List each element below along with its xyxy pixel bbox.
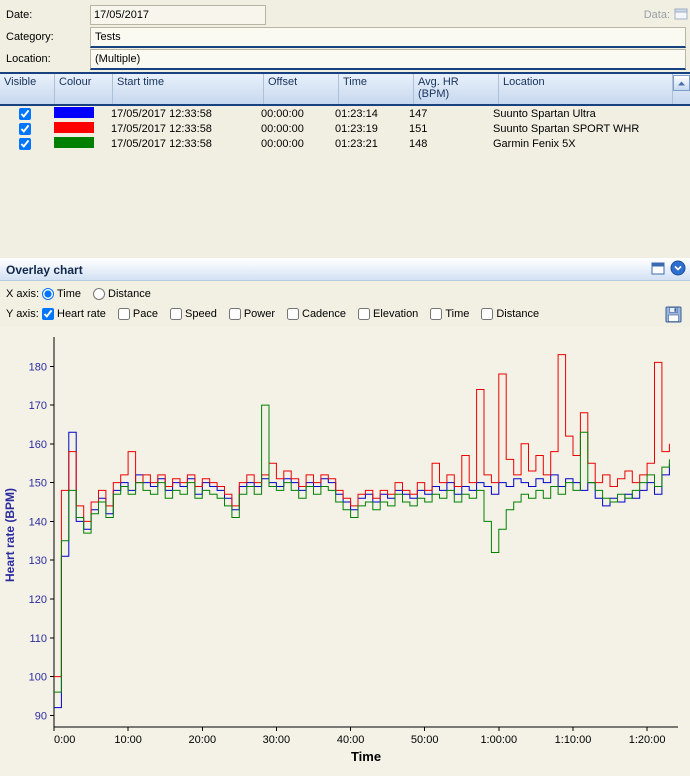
data-label: Data: (644, 9, 670, 21)
heart-rate-chart: 90 100 110 120 130 140 150 160 170 180 0:00 10:00 20… (0, 327, 690, 773)
colour-swatch[interactable] (54, 107, 94, 118)
overlay-chart-header: Overlay chart (0, 258, 690, 281)
svg-text:Time: Time (351, 749, 381, 764)
power-checkbox[interactable] (229, 308, 241, 320)
date-input[interactable] (90, 5, 266, 25)
svg-text:Heart rate (BPM): Heart rate (BPM) (3, 488, 17, 582)
y-option-speed[interactable]: Speed (170, 308, 217, 320)
cell-avg-hr: 148 (405, 138, 489, 150)
svg-text:130: 130 (29, 555, 47, 567)
elevation-checkbox[interactable] (358, 308, 370, 320)
svg-text:30:00: 30:00 (263, 734, 291, 746)
panel-restore-icon[interactable] (651, 262, 665, 278)
overlay-chart: 90 100 110 120 130 140 150 160 170 180 0:00 10:00 20… (0, 327, 690, 776)
x-option-time[interactable]: Time (42, 288, 81, 300)
y-option-distance[interactable]: Distance (481, 308, 539, 320)
location-label: Location: (6, 53, 90, 65)
y-axis-label: Y axis: (6, 308, 42, 320)
filter-panel: Date: Data: Category: Tests Location: (M… (0, 0, 690, 72)
svg-text:0:00: 0:00 (54, 734, 75, 746)
y-option-cadence[interactable]: Cadence (287, 308, 346, 320)
column-avg-hr[interactable]: Avg. HR (BPM) (414, 74, 499, 104)
column-start-time[interactable]: Start time (113, 74, 264, 104)
column-time[interactable]: Time (339, 74, 414, 104)
panel-title: Overlay chart (6, 263, 83, 277)
location-value: (Multiple) (95, 53, 140, 65)
svg-text:90: 90 (35, 710, 47, 722)
visible-checkbox[interactable] (19, 123, 31, 135)
svg-text:170: 170 (29, 400, 47, 412)
cell-offset: 00:00:00 (257, 138, 331, 150)
cell-time: 01:23:14 (331, 108, 405, 120)
svg-text:10:00: 10:00 (114, 734, 142, 746)
svg-text:150: 150 (29, 478, 47, 490)
distance-checkbox[interactable] (481, 308, 493, 320)
svg-text:110: 110 (29, 633, 47, 645)
table-header: Visible Colour Start time Offset Time Av… (0, 74, 690, 106)
y-option-heart-rate[interactable]: Heart rate (42, 308, 106, 320)
column-visible[interactable]: Visible (0, 74, 55, 104)
svg-text:100: 100 (29, 672, 47, 684)
svg-text:140: 140 (29, 516, 47, 528)
cell-start-time: 17/05/2017 12:33:58 (107, 123, 257, 135)
visible-checkbox[interactable] (19, 108, 31, 120)
cell-time: 01:23:21 (331, 138, 405, 150)
save-chart-icon[interactable] (665, 306, 682, 323)
x-axis-label: X axis: (6, 288, 42, 300)
svg-text:120: 120 (29, 594, 47, 606)
location-select[interactable]: (Multiple) (90, 49, 686, 70)
table-row[interactable]: 17/05/2017 12:33:58 00:00:00 01:23:14 14… (0, 106, 690, 121)
y-option-time[interactable]: Time (430, 308, 469, 320)
distance-radio[interactable] (93, 288, 105, 300)
chart-axis-controls: X axis: Time Distance Y axis: Heart rate… (0, 281, 690, 327)
cell-start-time: 17/05/2017 12:33:58 (107, 108, 257, 120)
speed-checkbox[interactable] (170, 308, 182, 320)
heart-rate-checkbox[interactable] (42, 308, 54, 320)
category-select[interactable]: Tests (90, 27, 686, 48)
svg-text:1:00:00: 1:00:00 (480, 734, 517, 746)
category-value: Tests (95, 31, 121, 43)
svg-text:1:10:00: 1:10:00 (555, 734, 592, 746)
data-icon[interactable] (674, 7, 688, 24)
svg-text:1:20:00: 1:20:00 (629, 734, 666, 746)
date-label: Date: (6, 9, 90, 21)
svg-text:40:00: 40:00 (337, 734, 365, 746)
y-option-power[interactable]: Power (229, 308, 275, 320)
cell-location: Suunto Spartan Ultra (489, 108, 673, 120)
category-label: Category: (6, 31, 90, 43)
cell-avg-hr: 147 (405, 108, 489, 120)
cell-time: 01:23:19 (331, 123, 405, 135)
table-row[interactable]: 17/05/2017 12:33:58 00:00:00 01:23:19 15… (0, 121, 690, 136)
colour-swatch[interactable] (54, 122, 94, 133)
y-option-elevation[interactable]: Elevation (358, 308, 418, 320)
svg-text:50:00: 50:00 (411, 734, 439, 746)
cadence-checkbox[interactable] (287, 308, 299, 320)
x-option-distance[interactable]: Distance (93, 288, 151, 300)
pace-checkbox[interactable] (118, 308, 130, 320)
app-window: Date: Data: Category: Tests Location: (M… (0, 0, 690, 776)
colour-swatch[interactable] (54, 137, 94, 148)
visible-checkbox[interactable] (19, 138, 31, 150)
column-offset[interactable]: Offset (264, 74, 339, 104)
time-checkbox[interactable] (430, 308, 442, 320)
table-empty-area (0, 151, 690, 258)
cell-avg-hr: 151 (405, 123, 489, 135)
cell-offset: 00:00:00 (257, 123, 331, 135)
cell-offset: 00:00:00 (257, 108, 331, 120)
column-location[interactable]: Location (499, 74, 673, 104)
time-radio[interactable] (42, 288, 54, 300)
cell-location: Suunto Spartan SPORT WHR (489, 123, 673, 135)
cell-start-time: 17/05/2017 12:33:58 (107, 138, 257, 150)
y-option-pace[interactable]: Pace (118, 308, 158, 320)
svg-text:160: 160 (29, 439, 47, 451)
column-colour[interactable]: Colour (55, 74, 113, 104)
table-row[interactable]: 17/05/2017 12:33:58 00:00:00 01:23:21 14… (0, 136, 690, 151)
svg-text:180: 180 (29, 361, 47, 373)
svg-text:20:00: 20:00 (189, 734, 217, 746)
cell-location: Garmin Fenix 5X (489, 138, 673, 150)
scroll-up-icon[interactable] (673, 75, 690, 91)
panel-collapse-icon[interactable] (670, 260, 686, 279)
